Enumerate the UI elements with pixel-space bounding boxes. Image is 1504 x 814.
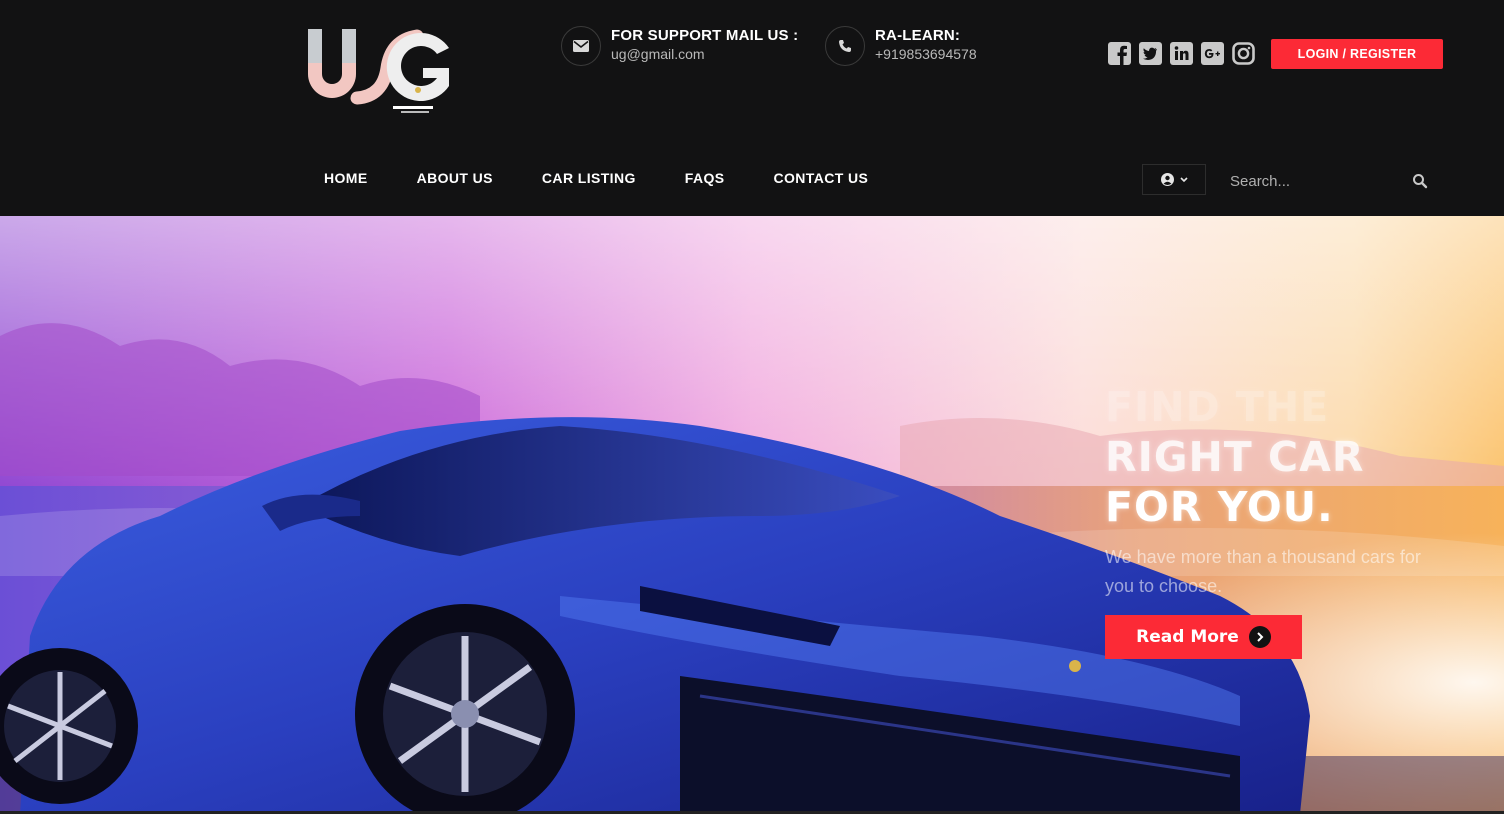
nav-item-contact-us[interactable]: CONTACT US	[773, 170, 868, 186]
support-phone-value[interactable]: +919853694578	[875, 46, 977, 62]
site-logo[interactable]	[305, 26, 455, 116]
search-box	[1216, 164, 1442, 198]
header: FOR SUPPORT MAIL US : ug@gmail.com RA-LE…	[0, 0, 1504, 216]
hero-banner: FIND THE RIGHT CAR FOR YOU. We have more…	[0, 216, 1504, 814]
hero-headline: FIND THE RIGHT CAR FOR YOU.	[1105, 382, 1364, 532]
read-more-button[interactable]: Read More	[1105, 615, 1302, 659]
support-mail-value[interactable]: ug@gmail.com	[611, 46, 705, 62]
nav-item-faqs[interactable]: FAQS	[685, 170, 725, 186]
phone-icon	[825, 26, 865, 66]
facebook-icon[interactable]	[1108, 42, 1131, 65]
twitter-icon[interactable]	[1139, 42, 1162, 65]
hero-subtext: We have more than a thousand cars for yo…	[1105, 547, 1421, 596]
instagram-icon[interactable]	[1232, 42, 1255, 65]
nav-item-about-us[interactable]: ABOUT US	[417, 170, 493, 186]
nav-item-home[interactable]: HOME	[324, 170, 368, 186]
social-links	[1108, 42, 1255, 65]
login-register-button[interactable]: LOGIN / REGISTER	[1271, 39, 1443, 69]
search-icon[interactable]	[1412, 173, 1428, 189]
hero-headline-line-2: RIGHT CAR	[1105, 433, 1365, 481]
support-mail-title: FOR SUPPORT MAIL US :	[611, 27, 799, 44]
support-phone: RA-LEARN: +919853694578	[825, 26, 995, 68]
user-menu-dropdown[interactable]	[1142, 164, 1206, 195]
support-mail: FOR SUPPORT MAIL US : ug@gmail.com	[561, 26, 821, 68]
user-circle-icon	[1160, 173, 1174, 186]
hero-headline-line-1: FIND THE	[1105, 383, 1330, 431]
main-nav: HOME ABOUT US CAR LISTING FAQS CONTACT U…	[324, 170, 917, 186]
chevron-right-icon	[1248, 626, 1271, 648]
google-plus-icon[interactable]	[1201, 42, 1224, 65]
envelope-icon	[561, 26, 601, 66]
search-input[interactable]	[1216, 164, 1442, 198]
nav-item-car-listing[interactable]: CAR LISTING	[542, 170, 636, 186]
linkedin-icon[interactable]	[1170, 42, 1193, 65]
hero-headline-line-3: FOR YOU.	[1105, 483, 1334, 531]
read-more-label: Read More	[1136, 627, 1239, 647]
chevron-down-icon	[1179, 176, 1188, 182]
support-phone-title: RA-LEARN:	[875, 27, 961, 44]
